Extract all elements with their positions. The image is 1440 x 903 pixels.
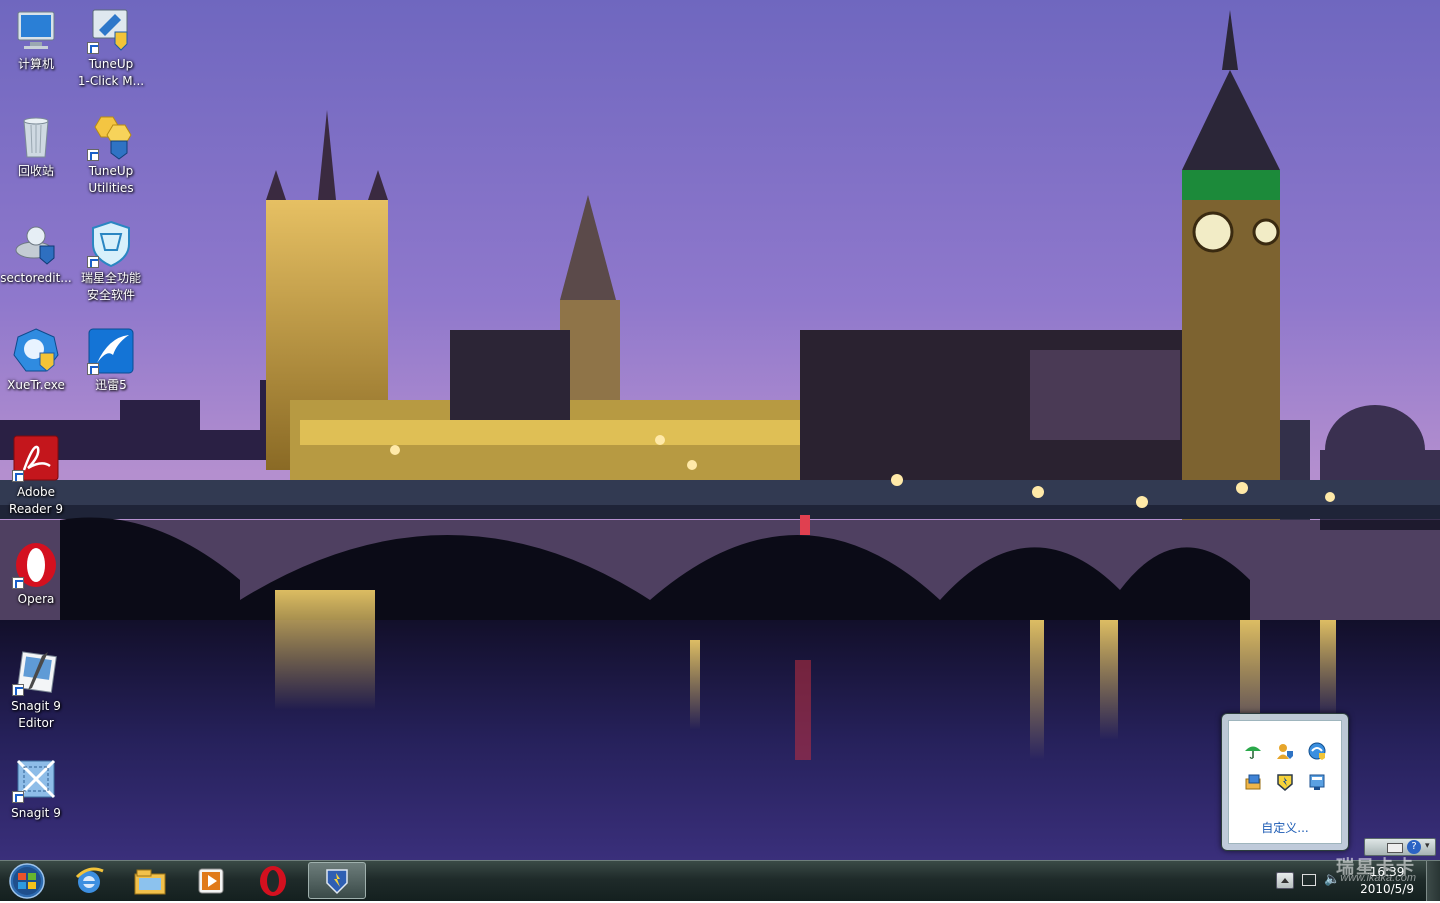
desktop-icon-label: Snagit 9 Editor — [11, 699, 61, 730]
monitor-window-icon[interactable] — [1308, 773, 1326, 791]
shortcut-arrow-icon — [12, 470, 24, 482]
shortcut-arrow-icon — [12, 684, 24, 696]
taskbar-windows-explorer[interactable] — [121, 862, 179, 899]
desktop-icon-rising-security[interactable]: 瑞星全功能 安全软件 — [75, 214, 147, 304]
keyboard-icon — [1387, 843, 1403, 853]
globe-refresh-icon[interactable] — [1308, 742, 1326, 760]
taskbar-rising-security[interactable] — [308, 862, 366, 899]
clock-date: 2010/5/9 — [1360, 882, 1414, 896]
internet-explorer-icon — [75, 867, 104, 893]
show-hidden-icons-button[interactable] — [1276, 872, 1294, 889]
desktop-icon-label: TuneUp Utilities — [88, 164, 134, 195]
notification-overflow-popup: 自定义... — [1221, 713, 1349, 851]
media-player-icon — [198, 868, 224, 893]
taskbar-media-player[interactable] — [182, 862, 240, 899]
minimize-icon[interactable]: ▾ — [1425, 841, 1433, 853]
shortcut-arrow-icon — [87, 42, 99, 54]
computer-icon — [17, 11, 55, 49]
rising-shield-icon — [326, 868, 348, 894]
desktop-icon-thunder[interactable]: 迅雷5 — [75, 321, 147, 394]
clock-time: 16:39 — [1369, 865, 1405, 879]
sectoredit-icon — [15, 226, 55, 265]
opera-icon — [260, 865, 286, 896]
start-button[interactable] — [6, 863, 48, 899]
shortcut-arrow-icon — [87, 256, 99, 268]
desktop-icon-opera[interactable]: Opera — [0, 535, 72, 608]
windows-explorer-icon — [134, 869, 166, 894]
recycle-bin-icon — [23, 117, 49, 158]
shortcut-arrow-icon — [87, 363, 99, 375]
taskbar-internet-explorer[interactable] — [60, 862, 118, 899]
system-tray: 🔈 瑞星卡卡 www.ikaka.com 16:39 2010/5/9 — [1270, 857, 1440, 901]
desktop-icon-snagit[interactable]: Snagit 9 — [0, 749, 72, 822]
taskbar-opera[interactable] — [244, 862, 302, 899]
desktop-icon-snagit-editor[interactable]: Snagit 9 Editor — [0, 642, 72, 732]
network-icon[interactable] — [1302, 874, 1316, 886]
desktop-icon-computer[interactable]: 计算机 — [0, 0, 72, 73]
desktop-icon-label: 迅雷5 — [95, 378, 127, 392]
taskbar: 🔈 瑞星卡卡 www.ikaka.com 16:39 2010/5/9 — [0, 857, 1440, 901]
desktop-icon-label: Opera — [17, 592, 55, 606]
desktop-icon-label: sectoredit... — [0, 271, 72, 285]
start-orb-icon — [9, 863, 45, 899]
desktop-icon-tuneup-1click[interactable]: TuneUp 1-Click M... — [75, 0, 147, 90]
show-desktop-button[interactable] — [1426, 861, 1440, 901]
clock[interactable]: 16:39 2010/5/9 — [1360, 864, 1414, 898]
folder-arrow-icon[interactable] — [1244, 773, 1262, 791]
desktop-icon-label: Snagit 9 — [11, 806, 61, 820]
help-icon[interactable]: ? — [1407, 840, 1421, 854]
desktop-icon-label: 回收站 — [17, 164, 54, 178]
shortcut-arrow-icon — [12, 791, 24, 803]
customize-link[interactable]: 自定义... — [1229, 819, 1341, 836]
rising-shield-icon[interactable] — [1276, 773, 1294, 791]
desktop-icon-sectoredit[interactable]: sectoredit... — [0, 214, 72, 287]
desktop-icon-label: 计算机 — [17, 57, 54, 71]
desktop-icon-label: TuneUp 1-Click M... — [77, 57, 145, 88]
shortcut-arrow-icon — [12, 577, 24, 589]
desktop-icon-label: Adobe Reader 9 — [9, 485, 63, 516]
desktop-icon-xuetr[interactable]: XueTr.exe — [0, 321, 72, 394]
shortcut-arrow-icon — [87, 149, 99, 161]
desktop-icon-adobe-reader[interactable]: Adobe Reader 9 — [0, 428, 72, 518]
notification-overflow-panel: 自定义... — [1228, 720, 1342, 844]
desktop-icon-recycle-bin[interactable]: 回收站 — [0, 107, 72, 180]
xuetr-icon — [13, 328, 59, 372]
desktop-icon-tuneup-utilities[interactable]: TuneUp Utilities — [75, 107, 147, 197]
umbrella-icon[interactable] — [1244, 742, 1262, 760]
desktop-icon-label: 瑞星全功能 安全软件 — [80, 271, 141, 302]
user-shield-icon[interactable] — [1276, 742, 1294, 760]
desktop-icon-label: XueTr.exe — [7, 378, 65, 392]
desktop[interactable]: 计算机 TuneUp 1-Click M... 回收站 TuneUp Utili… — [0, 0, 1440, 860]
